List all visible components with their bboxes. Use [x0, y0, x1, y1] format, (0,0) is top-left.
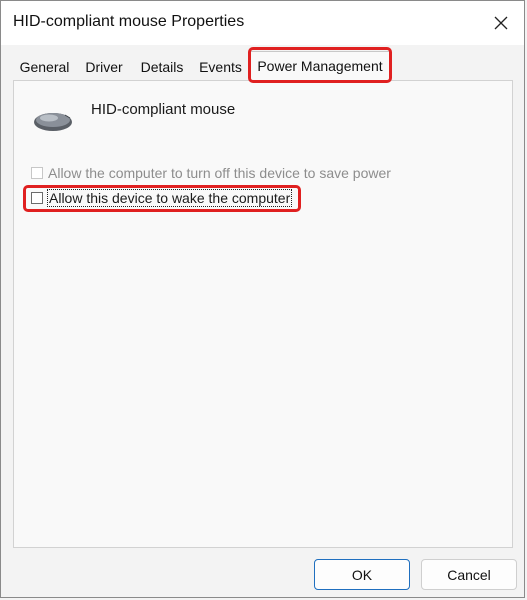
tab-events[interactable]: Events	[193, 54, 248, 80]
power-management-panel: HID-compliant mouse Allow the computer t…	[13, 80, 513, 548]
mouse-icon	[34, 113, 72, 131]
turn-off-label: Allow the computer to turn off this devi…	[48, 165, 391, 181]
turn-off-checkbox[interactable]	[31, 167, 43, 179]
wake-label[interactable]: Allow this device to wake the computer	[46, 189, 293, 207]
cancel-button[interactable]: Cancel	[421, 559, 517, 590]
tab-power-management[interactable]: Power Management	[250, 51, 390, 82]
wake-checkbox[interactable]	[31, 192, 43, 204]
device-name: HID-compliant mouse	[91, 101, 236, 118]
tab-details[interactable]: Details	[134, 54, 190, 80]
wake-option[interactable]: Allow this device to wake the computer	[31, 188, 293, 208]
window-title: HID-compliant mouse Properties	[13, 13, 245, 30]
tab-driver[interactable]: Driver	[78, 54, 130, 80]
title-bar: HID-compliant mouse Properties	[1, 1, 524, 45]
close-icon	[494, 16, 508, 30]
close-button[interactable]	[484, 7, 518, 39]
ok-button[interactable]: OK	[314, 559, 410, 590]
tab-general[interactable]: General	[13, 54, 76, 80]
properties-dialog: HID-compliant mouse Properties General D…	[0, 0, 525, 598]
turn-off-option: Allow the computer to turn off this devi…	[31, 163, 391, 183]
